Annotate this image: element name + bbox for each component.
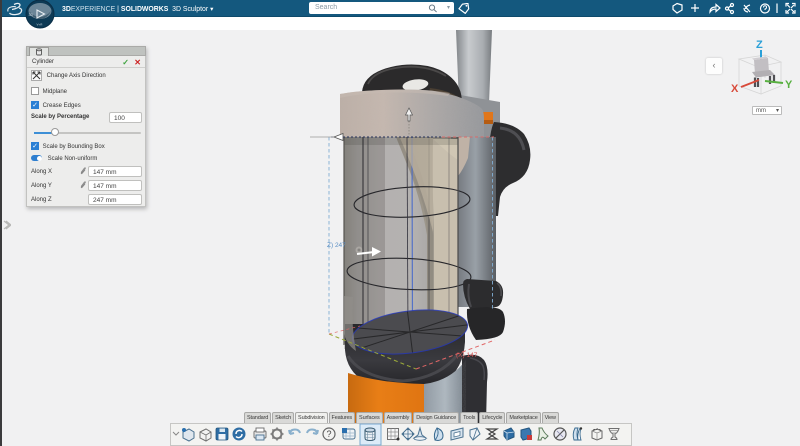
svg-text:Z) 247: Z) 247 [327, 242, 346, 249]
svg-text:Y: Y [785, 79, 793, 91]
svg-text:(X) 147: (X) 147 [456, 352, 478, 359]
svg-text:V+R: V+R [37, 23, 44, 27]
svg-text:X: X [731, 83, 739, 95]
svg-text:?: ? [327, 429, 332, 439]
svg-text:3D: 3D [29, 13, 34, 17]
svg-text:Z: Z [756, 39, 763, 51]
